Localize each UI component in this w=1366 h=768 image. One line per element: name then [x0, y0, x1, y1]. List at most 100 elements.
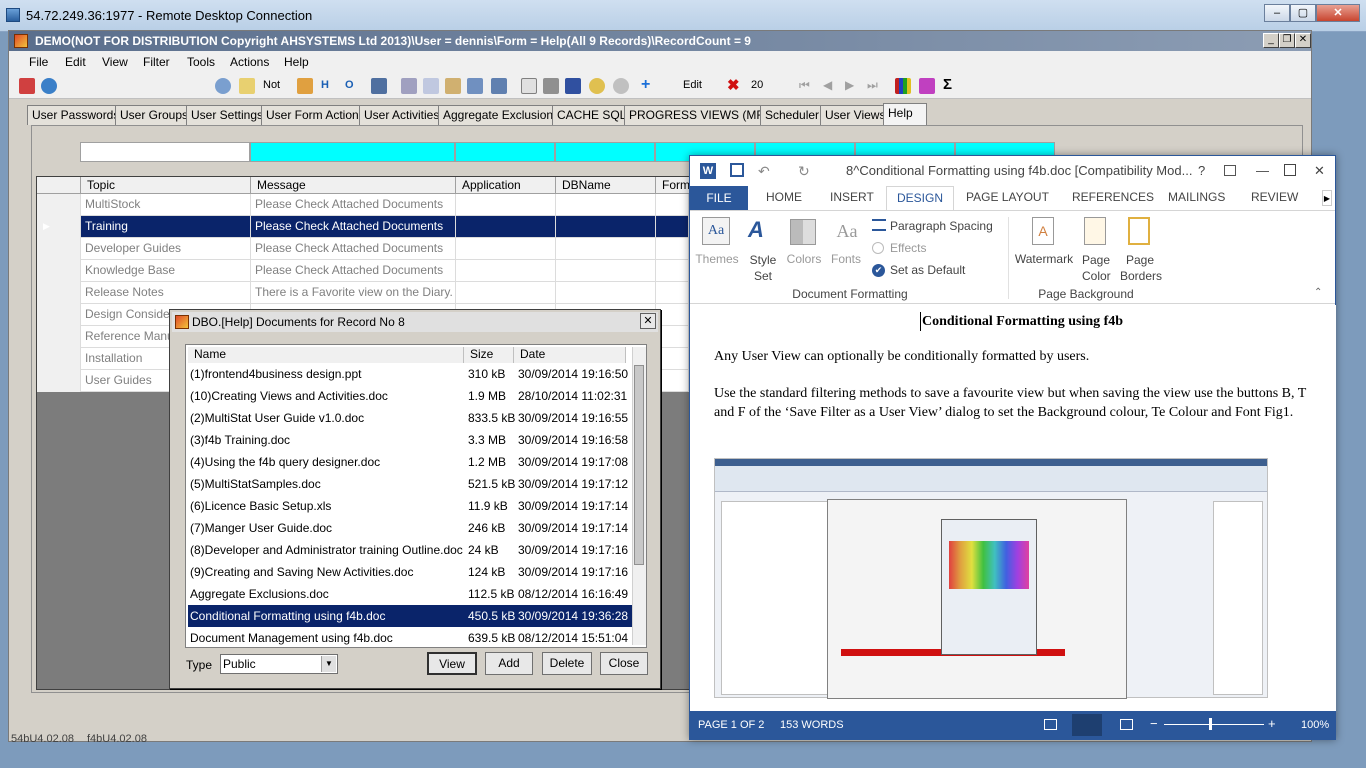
dialog-close-button[interactable]: ✕ — [640, 313, 656, 329]
next-record-icon[interactable]: ▶ — [845, 78, 861, 94]
word-minimize-button[interactable]: — — [1256, 156, 1269, 186]
style-set-icon[interactable]: A — [748, 217, 778, 245]
list-scroll-thumb[interactable] — [634, 365, 644, 565]
colors-icon[interactable] — [790, 219, 816, 245]
list-item[interactable]: Document Management using f4b.doc 639.5 k… — [188, 627, 632, 649]
collapse-ribbon-icon[interactable]: ⌃ — [1314, 287, 1322, 298]
list-item[interactable]: (1)frontend4business design.ppt 310 kB 30/… — [188, 363, 632, 385]
web-layout-icon[interactable] — [1120, 719, 1133, 730]
grid-header-application[interactable]: Application — [456, 177, 556, 194]
cell-topic[interactable]: Knowledge Base — [81, 260, 251, 282]
filter-cell-message[interactable] — [250, 142, 455, 162]
not-button[interactable]: Not — [263, 79, 280, 91]
paragraph-spacing-icon[interactable] — [872, 219, 886, 231]
list-item[interactable]: (7)Manger User Guide.doc 246 kB 30/09/2014… — [188, 517, 632, 539]
watermark-button[interactable]: Watermark — [1012, 252, 1076, 266]
list-item[interactable]: Conditional Formatting using f4b.doc 450.… — [188, 605, 632, 627]
first-record-icon[interactable]: ⏮ — [799, 78, 815, 94]
refresh-icon[interactable] — [41, 78, 57, 94]
cell-dbname[interactable] — [556, 260, 656, 282]
tab-page-layout[interactable]: PAGE LAYOUT — [966, 190, 1049, 204]
tab-cache-sql[interactable]: CACHE SQL — [552, 105, 632, 125]
list-header-size[interactable]: Size — [464, 347, 514, 363]
rdp-minimize-button[interactable]: – — [1264, 4, 1290, 22]
add-icon[interactable]: + — [641, 77, 657, 94]
word-count[interactable]: 153 WORDS — [780, 719, 844, 731]
menu-filter[interactable]: Filter — [143, 55, 170, 69]
chart-icon[interactable] — [895, 78, 911, 94]
fonts-button[interactable]: Fonts — [826, 252, 866, 266]
list-item[interactable]: Aggregate Exclusions.doc 112.5 kB 08/12/20… — [188, 583, 632, 605]
cell-application[interactable] — [456, 260, 556, 282]
cell-formname[interactable] — [656, 260, 689, 282]
list-item[interactable]: (5)MultiStatSamples.doc 521.5 kB 30/09/201… — [188, 473, 632, 495]
list-item[interactable]: (2)MultiStat User Guide v1.0.doc 833.5 kB… — [188, 407, 632, 429]
cell-application[interactable] — [456, 194, 556, 216]
list-item[interactable]: (3)f4b Training.doc 3.3 MB 30/09/2014 19:1… — [188, 429, 632, 451]
prev-record-icon[interactable]: ◀ — [823, 78, 839, 94]
format-icon[interactable] — [491, 78, 507, 94]
menu-actions[interactable]: Actions — [230, 55, 269, 69]
read-mode-icon[interactable] — [1044, 719, 1057, 730]
zoom-in-icon[interactable]: + — [1268, 716, 1276, 731]
word-close-button[interactable]: ✕ — [1314, 156, 1325, 186]
delete-icon[interactable]: ✖ — [727, 78, 743, 94]
rdp-close-button[interactable]: ✕ — [1316, 4, 1360, 22]
tab-user-form-actions[interactable]: User Form Actions — [261, 105, 370, 125]
cell-topic[interactable]: MultiStock — [81, 194, 251, 216]
cell-dbname[interactable] — [556, 194, 656, 216]
copy-icon[interactable] — [423, 78, 439, 94]
cell-topic[interactable]: Developer Guides — [81, 238, 251, 260]
table-row[interactable]: ▶ Training Please Check Attached Documents — [37, 216, 689, 238]
list-item[interactable]: (4)Using the f4b query designer.doc 1.2 M… — [188, 451, 632, 473]
menu-tools[interactable]: Tools — [187, 55, 215, 69]
table-row[interactable]: Release Notes There is a Favorite view on… — [37, 282, 689, 304]
list-item[interactable]: (9)Creating and Saving New Activities.do… — [188, 561, 632, 583]
ribbon-display-icon[interactable] — [1224, 165, 1236, 176]
row-selector[interactable] — [37, 326, 81, 348]
sigma-button[interactable]: Σ — [943, 76, 952, 93]
colors-button[interactable]: Colors — [784, 252, 824, 266]
list-header-date[interactable]: Date — [514, 347, 626, 363]
filter-cell-application[interactable] — [455, 142, 555, 162]
palette-icon[interactable] — [589, 78, 605, 94]
cell-dbname[interactable] — [556, 238, 656, 260]
tab-user-groups[interactable]: User Groups — [115, 105, 194, 125]
tab-mailings[interactable]: MAILINGS — [1168, 190, 1225, 204]
effects-icon[interactable] — [872, 242, 884, 254]
page-count[interactable]: PAGE 1 OF 2 — [698, 719, 764, 731]
tab-references[interactable]: REFERENCES — [1072, 190, 1154, 204]
print-layout-icon[interactable] — [1072, 714, 1102, 736]
cell-formname[interactable] — [656, 216, 689, 238]
calculator-icon[interactable] — [371, 78, 387, 94]
paragraph-spacing-button[interactable]: Paragraph Spacing — [890, 219, 993, 233]
word-maximize-button[interactable] — [1284, 164, 1296, 176]
cell-application[interactable] — [456, 282, 556, 304]
row-selector[interactable] — [37, 304, 81, 326]
tab-insert[interactable]: INSERT — [830, 190, 874, 204]
save-icon[interactable] — [565, 78, 581, 94]
row-selector[interactable] — [37, 282, 81, 304]
table-row[interactable]: MultiStock Please Check Attached Document… — [37, 194, 689, 216]
tab-home[interactable]: HOME — [766, 190, 802, 204]
tab-progress-views[interactable]: PROGRESS VIEWS (MF) — [624, 105, 773, 125]
cell-message[interactable]: Please Check Attached Documents — [251, 194, 456, 216]
report-icon[interactable] — [919, 78, 935, 94]
cell-message[interactable]: Please Check Attached Documents — [251, 216, 456, 238]
tabs-scroll-right-icon[interactable]: ▶ — [1322, 190, 1332, 206]
tab-aggregate-exclusions[interactable]: Aggregate Exclusions — [438, 105, 565, 125]
themes-button[interactable]: Themes — [694, 252, 740, 266]
menu-help[interactable]: Help — [284, 55, 309, 69]
row-selector[interactable]: ▶ — [37, 216, 81, 238]
row-selector[interactable] — [37, 370, 81, 392]
zoom-level[interactable]: 100% — [1301, 719, 1329, 731]
grid-header-message[interactable]: Message — [251, 177, 456, 194]
zoom-slider[interactable] — [1164, 724, 1264, 725]
filter-cell-blank[interactable] — [80, 142, 250, 162]
tab-review[interactable]: REVIEW — [1251, 190, 1298, 204]
set-as-default-button[interactable]: Set as Default — [890, 263, 965, 277]
cell-formname[interactable] — [656, 194, 689, 216]
zoom-out-icon[interactable]: − — [1150, 716, 1158, 731]
last-record-icon[interactable]: ⏭ — [867, 78, 883, 94]
filter-icon[interactable] — [239, 78, 255, 94]
